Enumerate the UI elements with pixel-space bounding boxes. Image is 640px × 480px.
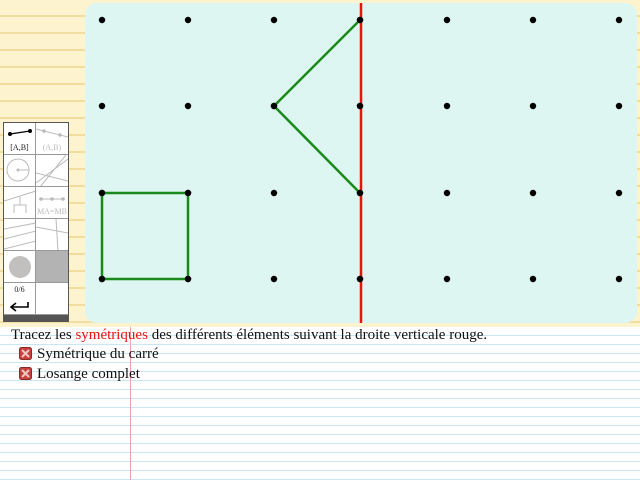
circle-tool-button[interactable] xyxy=(4,155,36,187)
compass-icon xyxy=(36,219,68,250)
circle-icon xyxy=(6,158,30,182)
segment-icon xyxy=(8,129,32,136)
drawing-board[interactable] xyxy=(85,3,637,323)
lines-icon xyxy=(36,155,68,186)
segment-tool-label: [A,B] xyxy=(10,143,29,152)
line-icon xyxy=(36,128,68,138)
intersection-tool-button[interactable] xyxy=(4,219,36,251)
undo-icon xyxy=(9,302,29,312)
fill-tool-button[interactable] xyxy=(36,251,68,283)
grey-circle-icon xyxy=(9,256,31,278)
undo-button[interactable]: 0/6 xyxy=(4,283,36,315)
task-label: Symétrique du carré xyxy=(37,346,159,362)
instruction-highlight: symétriques xyxy=(75,327,148,343)
palette-footer xyxy=(4,315,68,321)
task-label: Losange complet xyxy=(37,366,140,382)
task-incomplete-icon xyxy=(19,367,32,380)
color-tool-button[interactable] xyxy=(4,251,36,283)
compass-tool-button[interactable] xyxy=(36,219,68,251)
line-tool-label: (A,B) xyxy=(42,143,62,152)
instruction-before: Tracez les xyxy=(11,327,76,343)
line-tool-button[interactable]: (A,B) xyxy=(36,123,68,155)
instruction-text: Tracez les symétriques des différents él… xyxy=(11,327,487,344)
midpoint-tool-label: MA=MB xyxy=(37,207,67,216)
perpendicular-tool-button[interactable] xyxy=(4,187,36,219)
midpoint-tool-button[interactable]: MA=MB xyxy=(36,187,68,219)
half-rhombus xyxy=(272,19,361,194)
empty-tool-slot xyxy=(36,283,68,315)
task-item: Symétrique du carré xyxy=(19,346,159,363)
lines-tool-button[interactable] xyxy=(36,155,68,187)
intersection-icon xyxy=(4,222,35,250)
task-incomplete-icon xyxy=(19,347,32,360)
instruction-after: des différents éléments suivant la droit… xyxy=(147,327,488,343)
geometry-canvas[interactable] xyxy=(85,3,637,323)
segment-tool-button[interactable]: [A,B] xyxy=(4,123,36,155)
perpendicular-icon xyxy=(4,190,35,213)
green-square xyxy=(100,191,190,281)
tool-palette: [A,B] (A,B) MA=MB 0/6 xyxy=(3,122,69,322)
midpoint-icon xyxy=(39,197,65,201)
task-item: Losange complet xyxy=(19,366,140,383)
